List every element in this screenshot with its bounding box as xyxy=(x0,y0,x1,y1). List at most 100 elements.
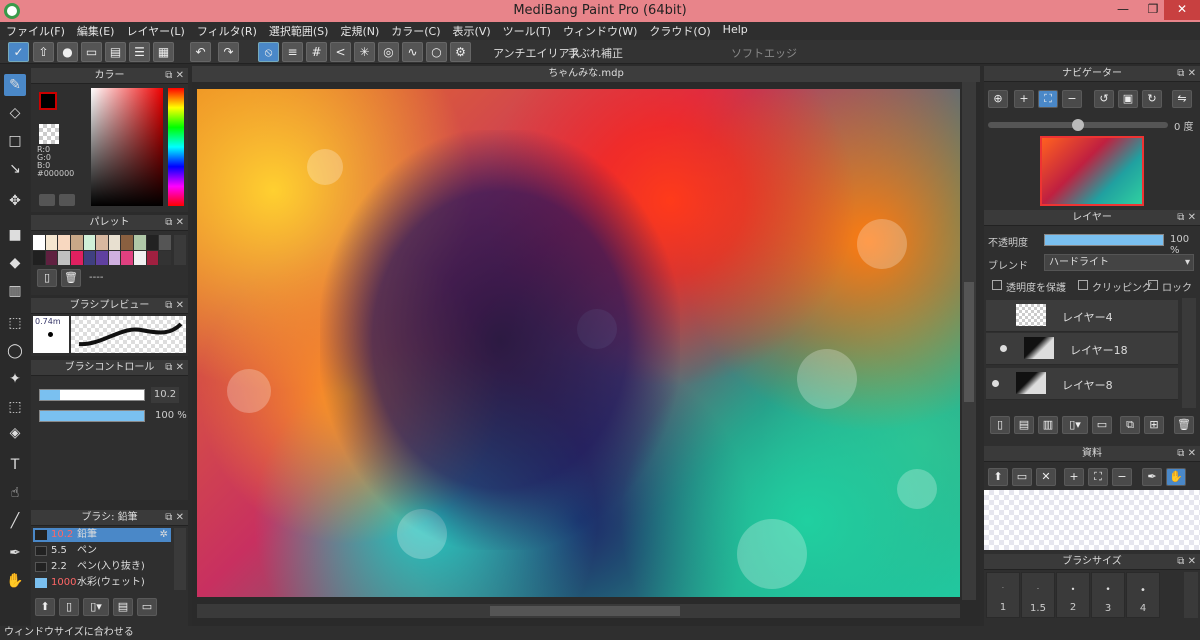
brush-item[interactable]: 2.2 ペン(入り抜き) xyxy=(33,560,171,574)
zoom-in-icon[interactable]: + xyxy=(1014,90,1034,108)
visibility-icon[interactable] xyxy=(1000,345,1007,352)
eyedropper-icon[interactable]: ✒ xyxy=(4,542,26,564)
new-8bit-layer-icon[interactable]: ▥ xyxy=(1038,416,1058,434)
close-icon[interactable]: ⧉ ✕ xyxy=(1177,554,1196,570)
eraser-tool-icon[interactable]: ◇ xyxy=(4,102,26,124)
magic-wand-icon[interactable]: ✦ xyxy=(4,368,26,390)
undo-icon[interactable]: ↶ xyxy=(190,42,211,62)
curve-snap-icon[interactable]: ∿ xyxy=(402,42,423,62)
rotate-right-icon[interactable]: ↻ xyxy=(1142,90,1162,108)
visibility-icon[interactable] xyxy=(992,380,999,387)
minimize-button[interactable]: — xyxy=(1108,0,1138,20)
new-brush-icon[interactable]: ▯ xyxy=(59,598,79,616)
divide-tool-icon[interactable]: ╱ xyxy=(4,510,26,532)
navigator-thumbnail[interactable] xyxy=(1040,136,1144,206)
duplicate-layer-icon[interactable]: ⧉ xyxy=(1120,416,1140,434)
protect-alpha-checkbox[interactable] xyxy=(992,280,1002,290)
brush-settings-icon[interactable]: ▤ xyxy=(113,598,133,616)
folder-open-icon[interactable]: ▭ xyxy=(1012,468,1032,486)
gear-icon[interactable]: ✲ xyxy=(160,528,168,542)
cloud-download-icon[interactable]: ⬆ xyxy=(988,468,1008,486)
hand-tool-icon[interactable]: ✋ xyxy=(4,570,26,592)
merge-layer-icon[interactable]: ⊞ xyxy=(1144,416,1164,434)
canvas-vertical-scrollbar[interactable] xyxy=(962,82,976,600)
close-icon[interactable]: ⧉ ✕ xyxy=(165,68,184,84)
new-page-icon[interactable]: ▯ xyxy=(37,269,57,287)
parallel-snap-icon[interactable]: ≡ xyxy=(282,42,303,62)
transparent-swatch[interactable] xyxy=(39,124,59,144)
bucket-tool-icon[interactable]: ◆ xyxy=(4,252,26,274)
menu-file[interactable]: ファイル(F) xyxy=(0,22,71,40)
hue-slider[interactable] xyxy=(168,88,184,206)
document-tab[interactable]: ちゃんみな.mdp xyxy=(192,66,980,82)
brush-size-cell[interactable]: • 4 xyxy=(1126,572,1160,618)
zoom-out-icon[interactable]: − xyxy=(1112,468,1132,486)
menu-view[interactable]: 表示(V) xyxy=(447,22,497,40)
foreground-color-swatch[interactable] xyxy=(39,92,57,110)
list-icon[interactable]: ☰ xyxy=(129,42,150,62)
operation-tool-icon[interactable]: ☝ xyxy=(4,482,26,504)
palette-scrollbar[interactable] xyxy=(174,235,186,265)
layer-row[interactable]: レイヤー4 xyxy=(986,300,1178,332)
hscroll-thumb[interactable] xyxy=(490,606,680,616)
grid-icon[interactable]: ▦ xyxy=(153,42,174,62)
menu-color[interactable]: カラー(C) xyxy=(385,22,446,40)
brush-opacity-slider[interactable] xyxy=(39,410,145,422)
brush-size-scrollbar[interactable] xyxy=(1184,572,1198,618)
chat-icon[interactable]: ▭ xyxy=(81,42,102,62)
brush-size-cell[interactable]: • 3 xyxy=(1091,572,1125,618)
layer-row[interactable]: レイヤー8 xyxy=(986,368,1178,400)
lock-checkbox[interactable] xyxy=(1148,280,1158,290)
cloud-icon[interactable]: ✓ xyxy=(8,42,29,62)
radial-snap-icon[interactable]: ✳ xyxy=(354,42,375,62)
menu-edit[interactable]: 編集(E) xyxy=(71,22,121,40)
close-icon[interactable]: ⧉ ✕ xyxy=(1177,446,1196,462)
close-icon[interactable]: ⧉ ✕ xyxy=(1177,66,1196,82)
brush-tool-icon[interactable]: ✎ xyxy=(4,74,26,96)
blend-mode-select[interactable]: ハードライト ▾ xyxy=(1044,254,1194,271)
page-icon[interactable]: ▤ xyxy=(105,42,126,62)
fill-rect-tool-icon[interactable]: ■ xyxy=(4,224,26,246)
rectangle-tool-icon[interactable]: □ xyxy=(4,130,26,152)
ellipse-snap-icon[interactable]: ○ xyxy=(426,42,447,62)
menu-ruler[interactable]: 定規(N) xyxy=(334,22,385,40)
brush-size-cell[interactable]: · 1.5 xyxy=(1021,572,1055,618)
select-eraser-icon[interactable]: ◈ xyxy=(4,422,26,444)
delete-layer-icon[interactable]: 🗑 xyxy=(1174,416,1194,434)
palette-swatches[interactable] xyxy=(33,235,171,265)
zoom-fit-icon[interactable]: ⊕ xyxy=(988,90,1008,108)
select-tool-icon[interactable]: ⬚ xyxy=(4,312,26,334)
close-icon[interactable]: ⧉ ✕ xyxy=(1177,210,1196,226)
menu-filter[interactable]: フィルタ(R) xyxy=(191,22,263,40)
vscroll-thumb[interactable] xyxy=(964,282,974,402)
hand-icon[interactable]: ✋ xyxy=(1166,468,1186,486)
layer-list-scrollbar[interactable] xyxy=(1182,298,1196,408)
color-wheel-icon[interactable] xyxy=(39,194,55,206)
gradient-tool-icon[interactable]: ▥ xyxy=(4,280,26,302)
fit-window-icon[interactable]: ⛶ xyxy=(1038,90,1058,108)
menu-layer[interactable]: レイヤー(L) xyxy=(120,22,190,40)
eyedropper-icon[interactable]: ✒ xyxy=(1142,468,1162,486)
comment-icon[interactable]: ● xyxy=(57,42,78,62)
saturation-value-picker[interactable] xyxy=(91,88,163,206)
layer-row[interactable]: レイヤー18 xyxy=(986,333,1178,365)
rotation-slider[interactable] xyxy=(988,119,1168,131)
add-brush-icon[interactable]: ▯▾ xyxy=(83,598,109,616)
add-layer-menu-icon[interactable]: ▯▾ xyxy=(1062,416,1088,434)
close-icon[interactable]: ⧉ ✕ xyxy=(165,215,184,231)
vanish-snap-icon[interactable]: < xyxy=(330,42,351,62)
brush-item[interactable]: 1000水彩(ウェット) xyxy=(33,576,171,590)
redo-icon[interactable]: ↷ xyxy=(218,42,239,62)
menu-cloud[interactable]: クラウド(O) xyxy=(643,22,716,40)
menu-tool[interactable]: ツール(T) xyxy=(497,22,557,40)
close-icon[interactable]: ⧉ ✕ xyxy=(165,298,184,314)
pen-tool-icon[interactable]: ↘ xyxy=(4,158,26,180)
cross-snap-icon[interactable]: # xyxy=(306,42,327,62)
color-slider-icon[interactable] xyxy=(59,194,75,206)
cloud-download-icon[interactable]: ⬆ xyxy=(35,598,55,616)
layer-folder-icon[interactable]: ▭ xyxy=(1092,416,1112,434)
reset-rotation-icon[interactable]: ▣ xyxy=(1118,90,1138,108)
brush-list-scrollbar[interactable] xyxy=(174,528,186,590)
fit-icon[interactable]: ⛶ xyxy=(1088,468,1108,486)
brush-size-slider[interactable] xyxy=(39,389,145,401)
